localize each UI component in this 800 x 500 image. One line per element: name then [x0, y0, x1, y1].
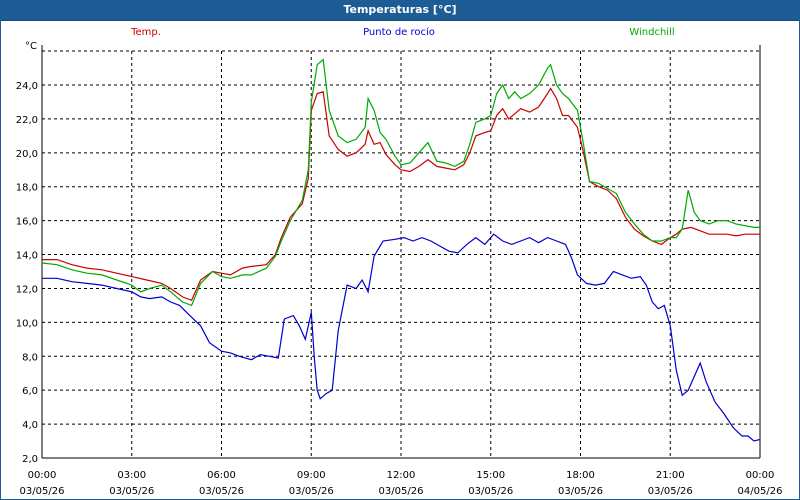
y-tick-label: 16,0 — [16, 217, 38, 228]
legend-label: Temp. — [130, 27, 161, 38]
y-tick-label: 18,0 — [16, 183, 38, 194]
x-tick-date-label: 04/05/26 — [738, 486, 783, 497]
y-tick-label: 20,0 — [16, 149, 38, 160]
legend-label: Punto de rocío — [363, 26, 435, 38]
x-tick-date-label: 03/05/26 — [468, 486, 513, 497]
y-tick-label: 6,0 — [22, 386, 38, 397]
x-tick-time-label: 18:00 — [566, 470, 595, 481]
x-tick-date-label: 03/05/26 — [648, 486, 693, 497]
x-tick-date-label: 03/05/26 — [20, 486, 65, 497]
y-tick-label: 4,0 — [22, 420, 38, 431]
x-tick-time-label: 03:00 — [117, 470, 146, 481]
x-tick-labels: 00:00 03/05/26 03:00 03/05/26 06:00 03/05/26 0… — [20, 470, 783, 497]
y-tick-label: 8,0 — [22, 352, 38, 363]
y-tick-label: 10,0 — [16, 318, 38, 329]
x-tick-time-label: 09:00 — [297, 470, 326, 481]
series-line-punto-de-roc-o — [42, 233, 761, 442]
y-tick-label: 14,0 — [16, 251, 38, 262]
y-tick-label: 2,0 — [22, 454, 38, 465]
x-tick-time-label: 00:00 — [746, 470, 775, 481]
x-tick-time-label: 06:00 — [207, 470, 236, 481]
y-tick-label: 24,0 — [16, 81, 38, 92]
x-tick-time-label: 21:00 — [656, 470, 685, 481]
x-tick-time-label: 12:00 — [387, 470, 416, 481]
temperature-chart: 2,0 4,0 6,0 8,0 10,0 12,0 14,0 16,0 18,0 20,0 22,0… — [16, 26, 783, 497]
y-tick-label: 22,0 — [16, 115, 38, 126]
x-tick-time-label: 15:00 — [476, 470, 505, 481]
chart-grid — [41, 50, 761, 459]
x-tick-date-label: 03/05/26 — [379, 486, 424, 497]
x-tick-time-label: 00:00 — [28, 470, 57, 481]
y-tick-label: 12,0 — [16, 284, 38, 295]
x-tick-date-label: 03/05/26 — [109, 486, 154, 497]
x-tick-date-label: 03/05/26 — [558, 486, 603, 497]
chart-legend: Temp. Punto de rocío Windchill — [130, 26, 675, 38]
y-axis-unit-label: °C — [25, 41, 37, 52]
y-tick-labels: 2,0 4,0 6,0 8,0 10,0 12,0 14,0 16,0 18,0 20,0 22,0… — [16, 81, 38, 465]
x-tick-date-label: 03/05/26 — [289, 486, 334, 497]
x-tick-date-label: 03/05/26 — [199, 486, 244, 497]
legend-label: Windchill — [629, 27, 674, 38]
